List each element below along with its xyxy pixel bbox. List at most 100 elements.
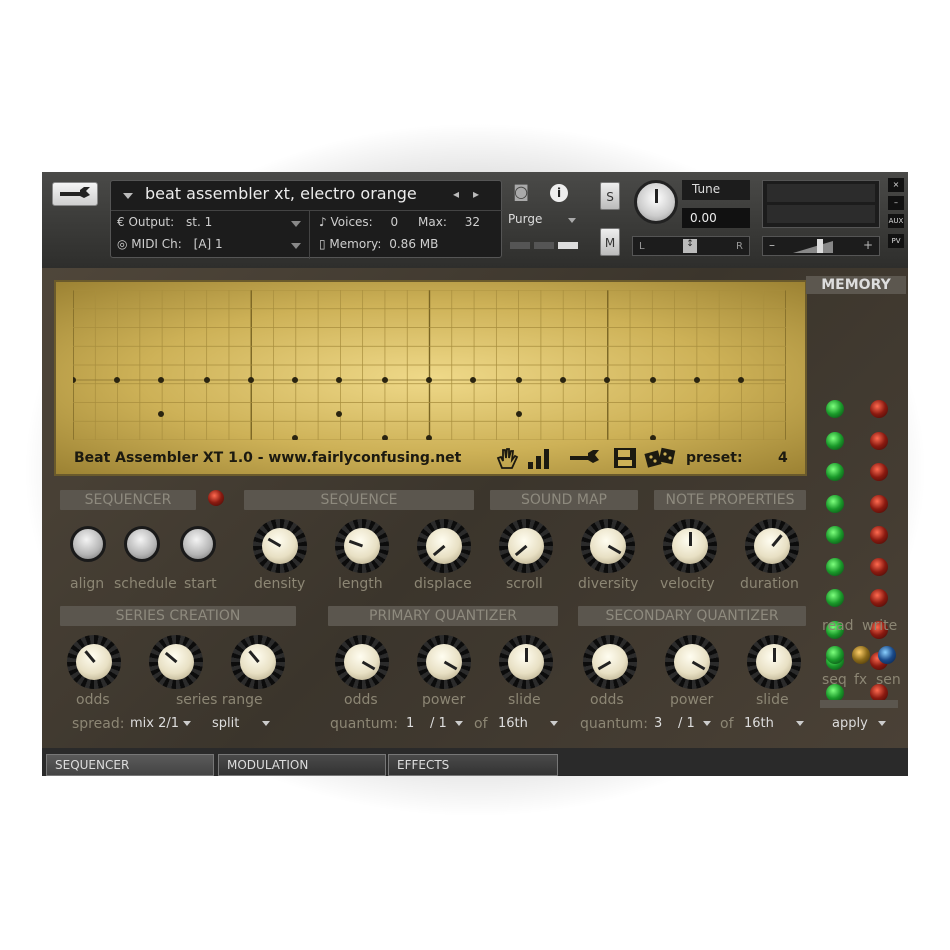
diversity-knob[interactable] xyxy=(581,519,635,573)
pv-button[interactable]: PV xyxy=(888,234,904,248)
save-disk-icon[interactable] xyxy=(612,446,638,470)
sq-power-knob[interactable] xyxy=(665,635,719,689)
series-range-min-knob[interactable] xyxy=(149,635,203,689)
hand-icon[interactable] xyxy=(494,446,520,470)
memory-read-led[interactable] xyxy=(826,557,844,576)
pan-slider[interactable]: L ↕ R xyxy=(632,236,750,256)
step-dot xyxy=(694,377,700,383)
pq-den-menu[interactable]: / 1 xyxy=(430,716,463,731)
fx-led[interactable] xyxy=(852,646,870,664)
length-knob[interactable] xyxy=(335,519,389,573)
pq-unit-dropdown-icon[interactable] xyxy=(550,721,559,726)
memory-write-led[interactable] xyxy=(870,589,888,607)
bars-icon[interactable] xyxy=(526,446,552,470)
info-icon[interactable]: i xyxy=(550,184,568,202)
minus-icon[interactable]: – xyxy=(769,238,775,252)
sq-unit-menu[interactable]: 16th xyxy=(744,716,805,731)
next-arrow-icon[interactable]: ▸ xyxy=(473,187,493,201)
prev-next-arrows[interactable]: ◂▸ xyxy=(453,187,493,201)
edit-instrument-button[interactable] xyxy=(52,182,98,206)
sq-den-dropdown-icon[interactable] xyxy=(702,721,711,726)
scroll-knob[interactable] xyxy=(499,519,553,573)
split-menu[interactable]: split xyxy=(212,716,270,731)
output-row[interactable]: € Output: st. 1 xyxy=(117,215,212,229)
start-button[interactable] xyxy=(180,526,216,562)
apply-dropdown-icon[interactable] xyxy=(877,721,886,726)
align-button[interactable] xyxy=(70,526,106,562)
solo-button[interactable]: S xyxy=(600,182,620,210)
sq-unit-dropdown-icon[interactable] xyxy=(796,721,805,726)
pq-slide-knob[interactable] xyxy=(499,635,553,689)
memory-read-led[interactable] xyxy=(826,589,844,607)
memory-write-led[interactable] xyxy=(870,526,888,544)
instrument-name[interactable]: beat assembler xt, electro orange xyxy=(145,184,417,203)
volume-slider[interactable]: – + xyxy=(762,236,880,256)
wrench-settings-icon[interactable] xyxy=(568,446,600,470)
apply-menu[interactable]: apply xyxy=(832,716,886,731)
preset-value[interactable]: 4 xyxy=(778,450,788,466)
read-label[interactable]: read xyxy=(822,618,854,634)
dice-icon[interactable] xyxy=(644,446,678,470)
pq-odds-knob[interactable] xyxy=(335,635,389,689)
series-odds-knob[interactable] xyxy=(67,635,121,689)
pq-odds-label: odds xyxy=(344,692,378,708)
purge-dropdown-icon[interactable] xyxy=(568,218,576,223)
memory-write-led[interactable] xyxy=(870,557,888,576)
close-icon[interactable]: × xyxy=(888,178,904,192)
pq-power-knob[interactable] xyxy=(417,635,471,689)
midi-value[interactable]: [A] 1 xyxy=(194,237,223,251)
write-label[interactable]: write xyxy=(862,618,897,634)
memory-write-led[interactable] xyxy=(870,431,888,450)
displace-knob[interactable] xyxy=(417,519,471,573)
midi-dropdown-icon[interactable] xyxy=(291,243,301,249)
pq-num-menu[interactable]: 1 xyxy=(406,716,414,731)
mute-button[interactable]: M xyxy=(600,228,620,256)
tune-knob[interactable] xyxy=(634,180,678,224)
tab-modulation[interactable]: MODULATION xyxy=(218,754,386,776)
section-sequencer: SEQUENCER xyxy=(60,490,196,510)
snapshot-camera-icon[interactable]: ◙ xyxy=(508,182,534,204)
memory-read-led[interactable] xyxy=(826,494,844,513)
sen-led[interactable] xyxy=(878,646,896,664)
memory-write-led[interactable] xyxy=(870,494,888,513)
tab-effects[interactable]: EFFECTS xyxy=(388,754,558,776)
seq-led[interactable] xyxy=(826,646,844,664)
memory-read-led[interactable] xyxy=(826,431,844,450)
pq-unit-menu[interactable]: 16th xyxy=(498,716,559,731)
memory-write-led[interactable] xyxy=(870,400,888,418)
tab-sequencer[interactable]: SEQUENCER xyxy=(46,754,214,776)
memory-read-led[interactable] xyxy=(826,463,844,481)
midi-row[interactable]: ◎ MIDI Ch: [A] 1 xyxy=(117,237,223,251)
sq-slide-knob[interactable] xyxy=(747,635,801,689)
dropdown-arrow-icon[interactable] xyxy=(123,193,133,199)
memory-read-led[interactable] xyxy=(826,526,844,544)
split-dropdown-icon[interactable] xyxy=(261,721,270,726)
sq-den-menu[interactable]: / 1 xyxy=(678,716,711,731)
sequence-grid[interactable] xyxy=(73,290,786,440)
schedule-button[interactable] xyxy=(124,526,160,562)
aux-button[interactable]: AUX xyxy=(888,214,904,228)
minimize-icon[interactable]: – xyxy=(888,196,904,210)
sequencer-status-led[interactable] xyxy=(208,490,224,506)
memory-read-led[interactable] xyxy=(826,400,844,418)
tune-value[interactable]: 0.00 xyxy=(682,208,750,228)
spread-menu[interactable]: mix 2/1 xyxy=(130,716,192,731)
plus-icon[interactable]: + xyxy=(863,238,873,252)
step-dot xyxy=(426,377,432,383)
sq-num-menu[interactable]: 3 xyxy=(654,716,662,731)
prev-arrow-icon[interactable]: ◂ xyxy=(453,187,473,201)
pq-den-dropdown-icon[interactable] xyxy=(454,721,463,726)
volume-handle[interactable] xyxy=(817,239,823,253)
sq-odds-knob[interactable] xyxy=(583,635,637,689)
spread-dropdown-icon[interactable] xyxy=(183,721,192,726)
output-value[interactable]: st. 1 xyxy=(186,215,212,229)
density-knob[interactable] xyxy=(253,519,307,573)
purge-menu[interactable]: Purge xyxy=(508,212,542,226)
pan-handle[interactable]: ↕ xyxy=(683,239,697,253)
duration-knob[interactable] xyxy=(745,519,799,573)
memory-write-led[interactable] xyxy=(870,463,888,481)
series-range-max-knob[interactable] xyxy=(231,635,285,689)
output-dropdown-icon[interactable] xyxy=(291,221,301,227)
velocity-knob[interactable] xyxy=(663,519,717,573)
max-value[interactable]: 32 xyxy=(465,215,480,229)
